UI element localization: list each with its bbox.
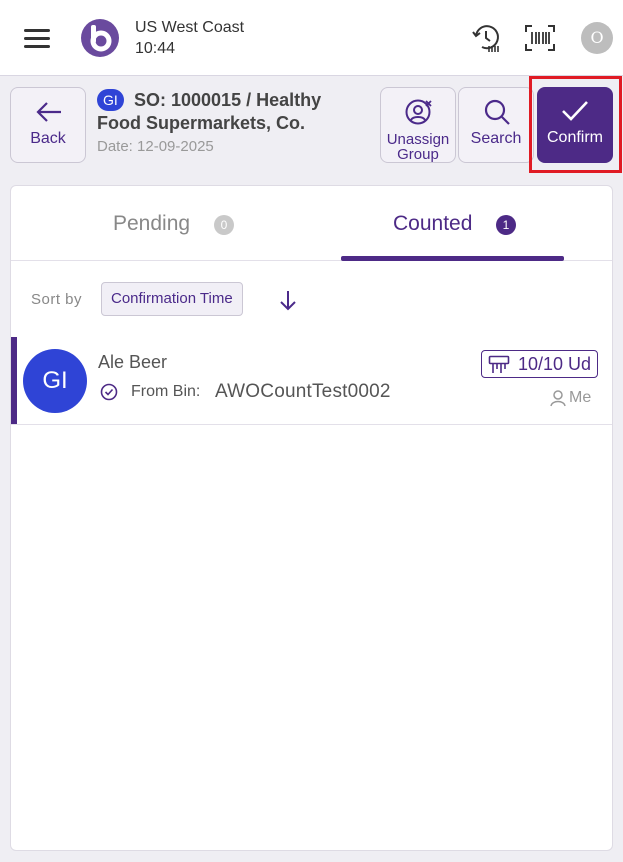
unassign-user-icon bbox=[405, 99, 432, 125]
search-icon bbox=[484, 99, 510, 125]
item-assignee: Me bbox=[569, 389, 592, 406]
tab-bar: Pending 0 Counted 1 bbox=[11, 186, 612, 261]
item-bin-label: From Bin: bbox=[131, 383, 201, 400]
arrow-left-icon bbox=[36, 102, 61, 122]
tab-counted-count: 1 bbox=[496, 215, 516, 235]
item-bin: AWOCountTest0002 bbox=[215, 381, 391, 402]
tab-counted-label: Counted bbox=[393, 212, 473, 235]
menu-icon[interactable] bbox=[24, 27, 50, 49]
search-label: Search bbox=[470, 130, 522, 147]
barcode-scan-icon[interactable] bbox=[524, 24, 556, 52]
tab-pending-count: 0 bbox=[214, 215, 234, 235]
check-circle-icon bbox=[100, 383, 118, 401]
history-icon[interactable] bbox=[470, 22, 502, 54]
sort-direction-arrow-down-icon[interactable] bbox=[277, 289, 299, 311]
item-quantity: 10/10 Ud bbox=[518, 354, 592, 374]
order-title: SO: 1000015 / Healthy Food Supermarkets,… bbox=[97, 90, 322, 133]
confirm-label: Confirm bbox=[546, 129, 603, 146]
user-avatar[interactable]: O bbox=[581, 22, 613, 54]
confirm-button[interactable]: Confirm bbox=[537, 87, 613, 163]
active-tab-indicator bbox=[341, 256, 564, 261]
item-name: Ale Beer bbox=[98, 352, 168, 372]
top-bar: US West Coast 10:44 O bbox=[0, 0, 623, 76]
tab-pending[interactable]: Pending 0 bbox=[11, 186, 341, 261]
order-type-badge: GI bbox=[97, 89, 124, 111]
app-logo bbox=[81, 19, 119, 57]
sort-by-label: Sort by bbox=[31, 291, 83, 308]
back-label: Back bbox=[30, 130, 66, 147]
unassign-group-button[interactable]: Unassign Group bbox=[380, 87, 456, 163]
location-name: US West Coast bbox=[135, 19, 245, 36]
item-selected-bar bbox=[11, 337, 17, 424]
item-avatar: GI bbox=[23, 349, 87, 413]
list-item[interactable]: GI Ale Beer From Bin: AWOCountTest0002 1… bbox=[11, 337, 612, 425]
content-panel: Pending 0 Counted 1 Sort by Confirmation… bbox=[10, 185, 613, 851]
tab-pending-label: Pending bbox=[113, 212, 191, 235]
item-quantity-badge: 10/10 Ud bbox=[481, 350, 598, 378]
search-button[interactable]: Search bbox=[458, 87, 534, 163]
sort-field-chip[interactable]: Confirmation Time bbox=[101, 282, 243, 316]
user-icon bbox=[550, 390, 566, 407]
clock-time: 10:44 bbox=[135, 40, 176, 57]
barcode-box-icon bbox=[488, 355, 510, 373]
checkmark-icon bbox=[562, 101, 588, 121]
tab-counted[interactable]: Counted 1 bbox=[341, 186, 612, 261]
order-date: Date: 12-09-2025 bbox=[97, 138, 214, 155]
unassign-group-label: Unassign Group bbox=[386, 131, 450, 163]
back-button[interactable]: Back bbox=[10, 87, 86, 163]
